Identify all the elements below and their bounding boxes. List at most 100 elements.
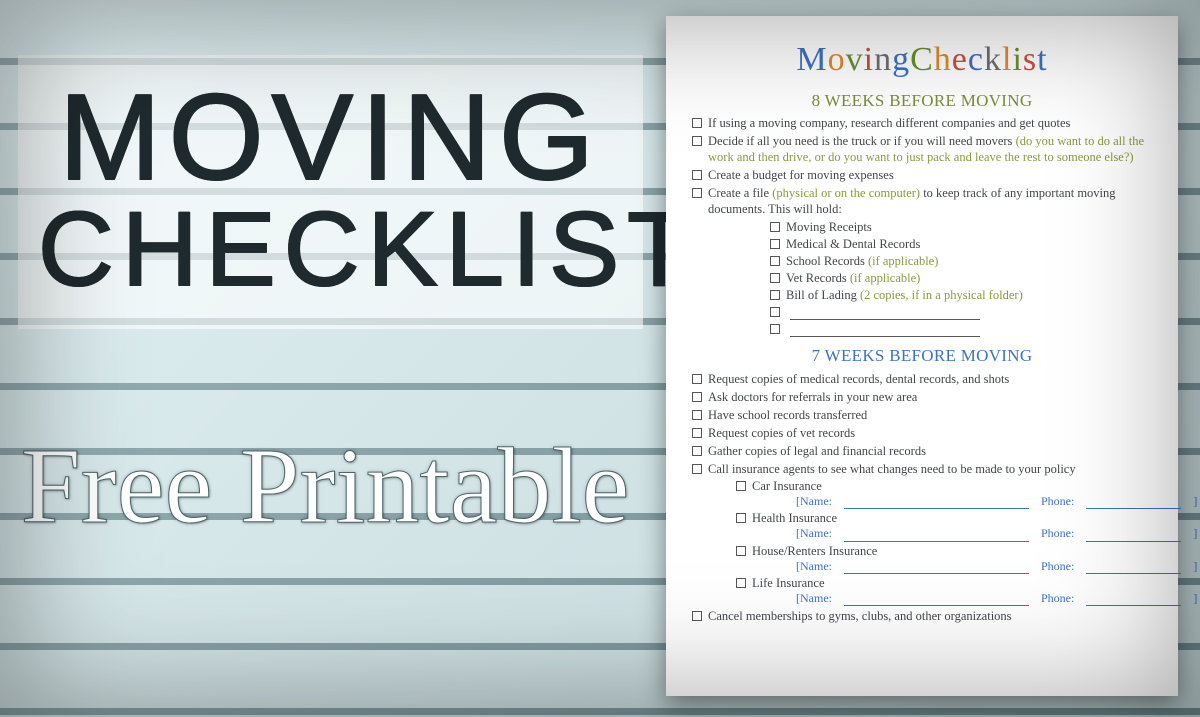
- title-letter: i: [1012, 38, 1022, 82]
- item-text: Bill of Lading: [786, 288, 860, 302]
- checklist-sheet: Moving Checklist 8 WEEKS BEFORE MOVING I…: [666, 16, 1178, 696]
- list-item: Have school records transferred: [692, 407, 1154, 423]
- item-text: House/Renters Insurance: [752, 544, 877, 558]
- list-item: Life Insurance [Name: Phone:]: [736, 575, 1154, 606]
- title-letter: l: [1002, 38, 1012, 82]
- item-text: Decide if all you need is the truck or i…: [708, 134, 1016, 148]
- title-letter: C: [910, 38, 934, 82]
- name-field[interactable]: [844, 531, 1029, 542]
- list-item: Create a file (physical or on the comput…: [692, 185, 1154, 337]
- subtitle-text: Free Printable: [15, 430, 635, 543]
- title-letter: c: [968, 38, 984, 82]
- list-item: Gather copies of legal and financial rec…: [692, 443, 1154, 459]
- phone-field[interactable]: [1086, 595, 1181, 606]
- title-letter: i: [864, 38, 874, 82]
- list-item: Request copies of medical records, denta…: [692, 371, 1154, 387]
- item-text: Gather copies of legal and financial rec…: [708, 444, 926, 458]
- section-7weeks-heading: 7 WEEKS BEFORE MOVING: [690, 345, 1154, 367]
- name-field[interactable]: [844, 595, 1029, 606]
- item-text: Health Insurance: [752, 511, 837, 525]
- list-item: Health Insurance [Name: Phone:]: [736, 510, 1154, 541]
- name-field[interactable]: [844, 563, 1029, 574]
- list-item: Ask doctors for referrals in your new ar…: [692, 389, 1154, 405]
- close-bracket: ]: [1193, 591, 1197, 606]
- title-letter: o: [828, 38, 846, 82]
- title-panel: MOVING CHECKLIST: [18, 55, 643, 329]
- list-item: House/Renters Insurance [Name: Phone:]: [736, 543, 1154, 574]
- name-phone-row: [Name: Phone:]: [796, 591, 1154, 606]
- item-text: Cancel memberships to gyms, clubs, and o…: [708, 609, 1012, 623]
- list-item: Medical & Dental Records: [770, 236, 1154, 252]
- list-item: Vet Records (if applicable): [770, 270, 1154, 286]
- item-text: If using a moving company, research diff…: [708, 116, 1070, 130]
- list-item: Car Insurance [Name: Phone:]: [736, 478, 1154, 509]
- title-letter: n: [874, 38, 892, 82]
- item-paren: (2 copies, if in a physical folder): [860, 288, 1023, 302]
- subtitle-wrap: Free Printable: [15, 430, 635, 543]
- item-paren: (if applicable): [850, 271, 920, 285]
- sheet-title: Moving Checklist: [690, 38, 1154, 82]
- item-text: Request copies of vet records: [708, 426, 855, 440]
- section-8weeks-list: If using a moving company, research diff…: [692, 115, 1154, 337]
- name-phone-row: [Name: Phone:]: [796, 559, 1154, 574]
- sublist: Moving Receipts Medical & Dental Records…: [770, 219, 1154, 337]
- item-text: Ask doctors for referrals in your new ar…: [708, 390, 917, 404]
- item-text: Request copies of medical records, denta…: [708, 372, 1009, 386]
- item-paren: (physical or on the computer): [772, 186, 920, 200]
- item-text: Moving Receipts: [786, 220, 872, 234]
- name-phone-row: [Name: Phone:]: [796, 526, 1154, 541]
- item-text: Medical & Dental Records: [786, 237, 920, 251]
- phone-label: Phone:: [1041, 559, 1074, 574]
- close-bracket: ]: [1193, 526, 1197, 541]
- list-item: Moving Receipts: [770, 219, 1154, 235]
- item-text: Life Insurance: [752, 576, 825, 590]
- close-bracket: ]: [1193, 494, 1197, 509]
- title-letter: M: [796, 38, 827, 82]
- blank-line[interactable]: [790, 336, 980, 337]
- close-bracket: ]: [1193, 559, 1197, 574]
- list-item: Request copies of vet records: [692, 425, 1154, 441]
- title-letter: v: [846, 38, 864, 82]
- title-letter: t: [1037, 38, 1047, 82]
- title-line-2: CHECKLIST: [38, 195, 623, 305]
- blank-write-in[interactable]: [770, 304, 1154, 320]
- list-item: Call insurance agents to see what change…: [692, 461, 1154, 606]
- item-text: Vet Records: [786, 271, 850, 285]
- item-text: Have school records transferred: [708, 408, 867, 422]
- name-field[interactable]: [844, 498, 1029, 509]
- list-item: Bill of Lading (2 copies, if in a physic…: [770, 287, 1154, 303]
- item-text: Create a file: [708, 186, 772, 200]
- name-label: [Name:: [796, 494, 832, 509]
- list-item: Create a budget for moving expenses: [692, 167, 1154, 183]
- title-letter: h: [934, 38, 952, 82]
- phone-field[interactable]: [1086, 498, 1181, 509]
- phone-field[interactable]: [1086, 563, 1181, 574]
- list-item: Cancel memberships to gyms, clubs, and o…: [692, 608, 1154, 624]
- phone-field[interactable]: [1086, 531, 1181, 542]
- title-letter: e: [952, 38, 968, 82]
- name-label: [Name:: [796, 559, 832, 574]
- item-text: Call insurance agents to see what change…: [708, 462, 1076, 476]
- list-item: Decide if all you need is the truck or i…: [692, 133, 1154, 165]
- name-label: [Name:: [796, 526, 832, 541]
- title-letter: k: [984, 38, 1002, 82]
- list-item: School Records (if applicable): [770, 253, 1154, 269]
- name-phone-row: [Name: Phone:]: [796, 494, 1154, 509]
- title-letter: g: [892, 38, 910, 82]
- section-7weeks-list: Request copies of medical records, denta…: [692, 371, 1154, 624]
- section-8weeks-heading: 8 WEEKS BEFORE MOVING: [690, 90, 1154, 112]
- item-text: Create a budget for moving expenses: [708, 168, 894, 182]
- phone-label: Phone:: [1041, 494, 1074, 509]
- title-line-1: MOVING: [38, 73, 623, 201]
- blank-write-in[interactable]: [770, 321, 1154, 337]
- title-letter: s: [1023, 38, 1037, 82]
- insurance-list: Car Insurance [Name: Phone:] Health Insu…: [736, 478, 1154, 606]
- phone-label: Phone:: [1041, 526, 1074, 541]
- list-item: If using a moving company, research diff…: [692, 115, 1154, 131]
- phone-label: Phone:: [1041, 591, 1074, 606]
- item-paren: (if applicable): [868, 254, 938, 268]
- blank-line[interactable]: [790, 319, 980, 320]
- item-text: Car Insurance: [752, 479, 822, 493]
- item-text: School Records: [786, 254, 868, 268]
- name-label: [Name:: [796, 591, 832, 606]
